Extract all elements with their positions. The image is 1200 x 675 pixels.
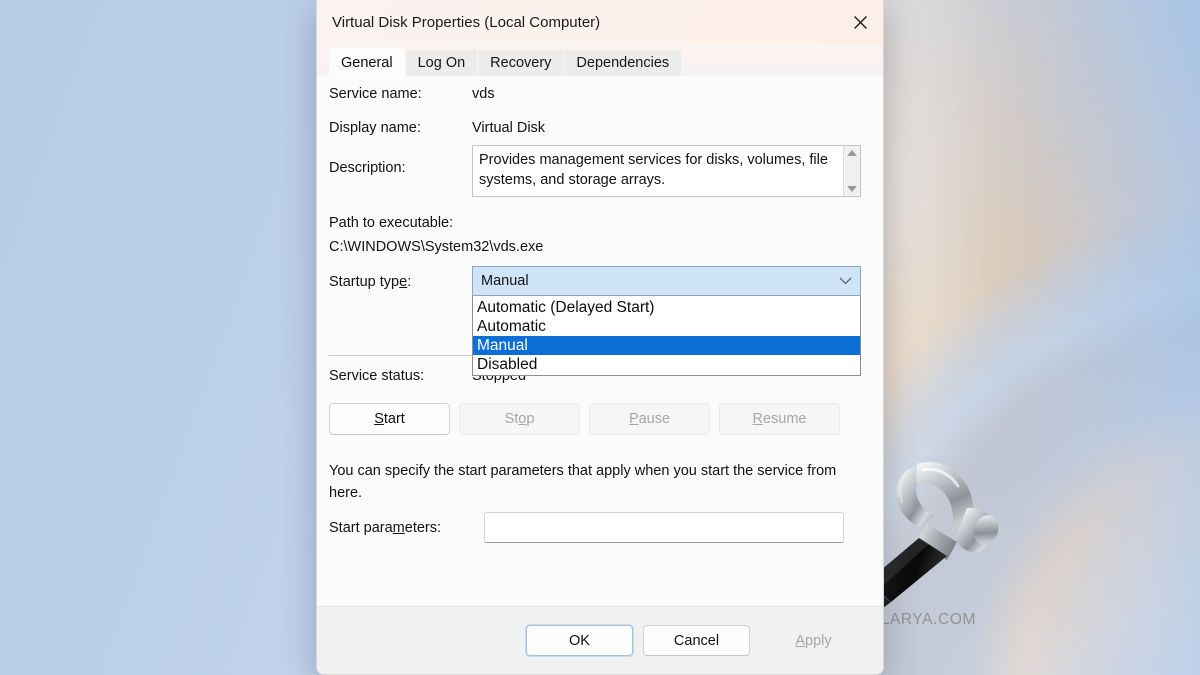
dialog-titlebar[interactable]: Virtual Disk Properties (Local Computer)	[317, 0, 883, 44]
tab-strip: General Log On Recovery Dependencies	[317, 44, 883, 78]
startup-type-combobox[interactable]: Manual	[472, 266, 861, 296]
service-name-row: Service name: vds	[329, 86, 495, 102]
desktop-background: KAPILARYA.COM Virtual Disk Properties (L…	[0, 0, 1200, 675]
service-properties-dialog: Virtual Disk Properties (Local Computer)…	[316, 0, 884, 675]
display-name-row: Display name: Virtual Disk	[329, 120, 545, 136]
description-label: Description:	[329, 160, 406, 176]
path-to-executable-value: C:\WINDOWS\System32\vds.exe	[329, 239, 544, 255]
display-name-value: Virtual Disk	[472, 120, 546, 136]
start-button[interactable]: Start	[329, 403, 450, 435]
ok-button[interactable]: OK	[526, 625, 633, 656]
startup-type-dropdown-list[interactable]: Automatic (Delayed Start) Automatic Manu…	[472, 296, 861, 376]
service-name-value: vds	[472, 86, 495, 102]
start-parameters-label-row: Start parameters:	[329, 520, 441, 536]
service-status-label: Service status:	[329, 368, 425, 384]
apply-button: Apply	[760, 625, 867, 656]
startup-type-label: Startup type:	[329, 274, 412, 290]
dropdown-option-disabled[interactable]: Disabled	[473, 355, 860, 374]
service-name-label: Service name:	[329, 86, 422, 102]
tab-recovery[interactable]: Recovery	[478, 50, 564, 77]
tab-dependencies[interactable]: Dependencies	[564, 50, 682, 77]
general-tab-panel: Service name: vds Display name: Virtual …	[317, 76, 883, 606]
chevron-down-icon	[839, 277, 852, 285]
scroll-down-icon[interactable]	[847, 186, 857, 192]
path-to-executable-label: Path to executable:	[329, 215, 454, 231]
tab-general[interactable]: General	[329, 48, 405, 78]
startup-type-label-row: Startup type:	[329, 274, 411, 290]
start-parameters-label: Start parameters:	[329, 520, 442, 536]
tab-log-on[interactable]: Log On	[405, 50, 478, 77]
dropdown-option-manual[interactable]: Manual	[473, 336, 860, 355]
stop-button: St o p	[459, 403, 580, 435]
path-label-row: Path to executable:	[329, 215, 453, 231]
dialog-title: Virtual Disk Properties (Local Computer)	[332, 13, 601, 31]
pause-button: Pause	[589, 403, 710, 435]
dropdown-option-automatic[interactable]: Automatic	[473, 317, 860, 336]
description-value: Provides management services for disks, …	[479, 152, 828, 188]
start-parameters-helper-text: You can specify the start parameters tha…	[329, 463, 837, 501]
path-value-row: C:\WINDOWS\System32\vds.exe	[329, 239, 543, 255]
description-scrollbar[interactable]	[843, 146, 860, 196]
start-parameters-input[interactable]	[484, 512, 844, 543]
dialog-footer: OK Cancel Apply	[317, 606, 883, 674]
description-textarea[interactable]: Provides management services for disks, …	[472, 145, 861, 197]
display-name-label: Display name:	[329, 120, 421, 136]
service-action-buttons: Start St o p Pause Resume	[329, 403, 840, 435]
startup-type-selected-value: Manual	[481, 273, 529, 289]
scroll-up-icon[interactable]	[847, 150, 857, 156]
cancel-button[interactable]: Cancel	[643, 625, 750, 656]
dropdown-option-automatic-delayed[interactable]: Automatic (Delayed Start)	[473, 298, 860, 317]
description-label-row: Description:	[329, 160, 406, 176]
close-icon[interactable]	[837, 0, 883, 44]
resume-button: Resume	[719, 403, 840, 435]
